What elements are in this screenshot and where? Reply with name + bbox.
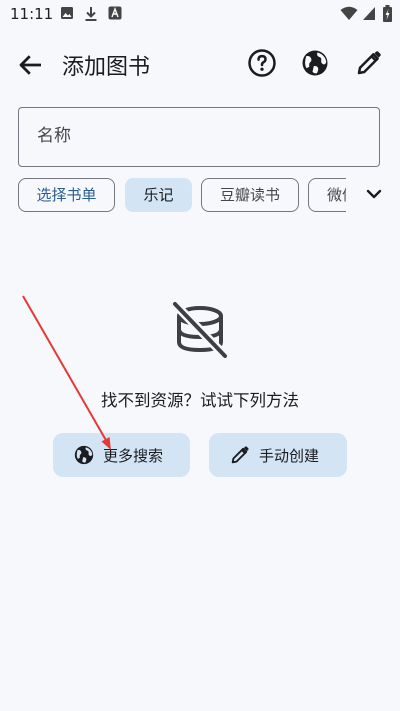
help-circle-icon[interactable]	[247, 48, 277, 78]
source-chips-row: 选择书单 乐记 豆瓣读书 微信读书	[18, 178, 346, 214]
name-search-field[interactable]	[18, 107, 380, 167]
back-arrow-icon[interactable]	[16, 50, 46, 80]
globe-icon[interactable]	[300, 48, 330, 78]
more-search-button[interactable]: 更多搜索	[53, 433, 190, 477]
more-search-label: 更多搜索	[103, 447, 164, 465]
chip-weixin-label: 微信读书	[326, 186, 346, 204]
app-bar: 添加图书	[0, 36, 400, 92]
a-notification-icon	[108, 6, 122, 20]
page-title: 添加图书	[62, 55, 151, 80]
manual-create-button[interactable]: 手动创建	[209, 433, 347, 477]
pencil-icon	[231, 446, 249, 464]
chip-book-list-label: 选择书单	[36, 186, 97, 204]
chip-book-list[interactable]: 选择书单	[18, 178, 115, 212]
globe-icon	[74, 445, 94, 465]
chip-leji-label: 乐记	[143, 186, 174, 204]
signal-icon	[363, 7, 375, 20]
chip-leji[interactable]: 乐记	[125, 178, 192, 212]
edit-pencil-icon[interactable]	[354, 48, 384, 78]
battery-charging-icon	[383, 5, 392, 22]
download-icon	[85, 7, 97, 21]
chevron-down-icon[interactable]	[362, 182, 386, 206]
wifi-icon	[340, 6, 358, 20]
chip-douban-label: 豆瓣读书	[219, 186, 280, 204]
chip-weixin[interactable]: 微信读书	[308, 178, 346, 212]
manual-create-label: 手动创建	[259, 447, 320, 465]
status-bar: 11:11	[0, 0, 400, 28]
status-time: 11:11	[10, 5, 54, 23]
chip-douban[interactable]: 豆瓣读书	[201, 178, 299, 212]
database-off-icon	[171, 300, 229, 360]
image-icon	[61, 7, 73, 19]
name-input[interactable]	[37, 126, 357, 146]
empty-state-message: 找不到资源？试试下列方法	[101, 391, 299, 410]
